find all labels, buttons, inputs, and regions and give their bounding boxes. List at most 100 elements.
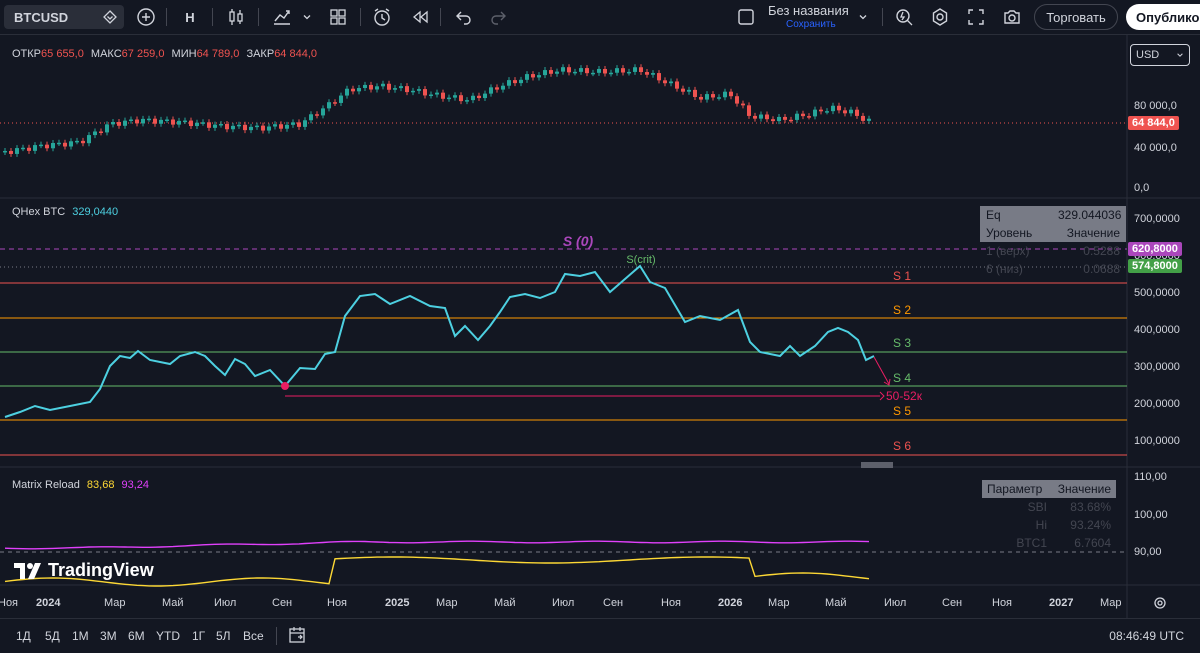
candle-body xyxy=(471,95,475,101)
save-link[interactable]: Сохранить xyxy=(786,18,849,32)
candle-body xyxy=(57,142,61,145)
time-axis-label: 2024 xyxy=(36,597,61,609)
toolbar-divider xyxy=(882,8,883,26)
candle-body xyxy=(441,92,445,99)
qhex-axis-label: 700,0000 xyxy=(1134,213,1180,225)
symbol-search-button[interactable]: BTCUSD xyxy=(4,5,124,29)
range-button[interactable]: YTD xyxy=(156,629,180,643)
candle-body xyxy=(393,88,397,90)
range-button[interactable]: 6М xyxy=(128,629,145,643)
candle-body xyxy=(783,116,787,120)
candle-body xyxy=(75,140,79,143)
matrix-v1: 83,68 xyxy=(86,479,115,491)
candle-body xyxy=(669,81,673,84)
matrix-legend: Matrix Reload 83,68 93,24 xyxy=(12,479,149,491)
table-row-label: SBI xyxy=(1027,500,1047,514)
range-button[interactable]: Все xyxy=(243,629,264,643)
value-header: Значение xyxy=(1066,226,1120,240)
fullscreen-icon[interactable] xyxy=(964,5,988,29)
candles-chart-type-icon[interactable] xyxy=(224,5,248,29)
candle-body xyxy=(825,111,829,113)
publish-button[interactable]: Опубликовать xyxy=(1126,4,1200,30)
currency-select[interactable]: USD xyxy=(1130,44,1190,66)
candle-body xyxy=(741,103,745,106)
candle-body xyxy=(483,93,487,99)
candle-body xyxy=(609,72,613,75)
range-button[interactable]: 1Г xyxy=(192,629,205,643)
candle-body xyxy=(15,148,19,154)
clock[interactable]: 08:46:49 UTC xyxy=(1109,629,1184,643)
candle-body xyxy=(207,122,211,128)
candle-body xyxy=(777,116,781,122)
qhex-line-series xyxy=(4,264,875,418)
candle-body xyxy=(429,94,433,97)
candle-body xyxy=(285,124,289,129)
close-value: 64 844,0 xyxy=(274,48,318,60)
layout-grid-icon[interactable] xyxy=(326,5,350,29)
layout-name-button[interactable]: Без названия Сохранить xyxy=(768,4,849,32)
chevron-down-icon[interactable] xyxy=(298,5,316,29)
toolbar-divider xyxy=(166,8,167,26)
add-symbol-icon[interactable] xyxy=(134,5,158,29)
redo-icon[interactable] xyxy=(486,5,510,29)
candle-body xyxy=(549,70,553,74)
matrix-hi-series xyxy=(4,540,870,550)
indicators-icon[interactable] xyxy=(270,5,294,29)
level-scrit-label: S(crit) xyxy=(626,254,655,266)
trade-button[interactable]: Торговать xyxy=(1034,4,1118,30)
candle-body xyxy=(105,124,109,133)
camera-snapshot-icon[interactable] xyxy=(1000,5,1024,29)
candle-body xyxy=(789,119,793,122)
pane-resize-handle[interactable] xyxy=(861,462,893,468)
candle-body xyxy=(177,120,181,125)
candle-body xyxy=(327,102,331,109)
ohlc-legend: ОТКР65 655,0 МАКС67 259,0 МИН64 789,0 ЗА… xyxy=(12,48,317,60)
candle-body xyxy=(813,109,817,117)
undo-icon[interactable] xyxy=(452,5,476,29)
candle-body xyxy=(567,67,571,73)
candle-body xyxy=(615,68,619,73)
range-button[interactable]: 1М xyxy=(72,629,89,643)
candle-body xyxy=(273,124,277,127)
tradingview-logo: TradingView xyxy=(14,560,154,581)
chevron-down-icon[interactable] xyxy=(854,5,872,29)
candle-body xyxy=(711,94,715,98)
quick-search-icon[interactable] xyxy=(892,5,916,29)
candle-body xyxy=(513,80,517,84)
candle-body xyxy=(681,88,685,92)
candle-body xyxy=(213,124,217,128)
symbol-info-icon[interactable] xyxy=(102,9,118,28)
candle-body xyxy=(93,131,97,136)
candle-body xyxy=(201,122,205,124)
price-axis-label: 0,0 xyxy=(1134,182,1150,194)
candle-body xyxy=(525,74,529,80)
tradingview-logo-icon xyxy=(14,562,41,579)
range-button[interactable]: 5Л xyxy=(216,629,231,643)
alert-clock-icon[interactable] xyxy=(370,5,394,29)
range-button[interactable]: 3М xyxy=(100,629,117,643)
time-axis-label: 2026 xyxy=(718,597,743,609)
time-axis-label: Сен xyxy=(272,597,293,609)
candle-body xyxy=(369,84,373,90)
layout-checkbox-icon[interactable] xyxy=(734,5,758,29)
param-header: Параметр xyxy=(987,482,1043,496)
axis-settings-icon[interactable] xyxy=(1152,595,1168,616)
candle-body xyxy=(795,113,799,120)
table-row-label: 1 (верх) xyxy=(986,244,1030,258)
range-button[interactable]: 5Д xyxy=(45,629,60,643)
interval-button[interactable]: H xyxy=(178,5,202,29)
range-button[interactable]: 1Д xyxy=(16,629,31,643)
replay-icon[interactable] xyxy=(408,5,432,29)
candle-body xyxy=(579,68,583,72)
chevron-down-icon xyxy=(1177,53,1183,57)
candle-body xyxy=(345,88,349,96)
date-range-calendar-icon[interactable] xyxy=(288,626,306,649)
s0-price-tag: 620,8000 xyxy=(1128,242,1182,256)
candle-body xyxy=(663,80,667,84)
candle-body xyxy=(651,73,655,75)
currency-label: USD xyxy=(1136,49,1160,61)
settings-gear-icon[interactable] xyxy=(928,5,952,29)
price-axis-label: 40 000,0 xyxy=(1134,142,1177,154)
time-axis-label: 2025 xyxy=(385,597,410,609)
candle-body xyxy=(537,75,541,78)
